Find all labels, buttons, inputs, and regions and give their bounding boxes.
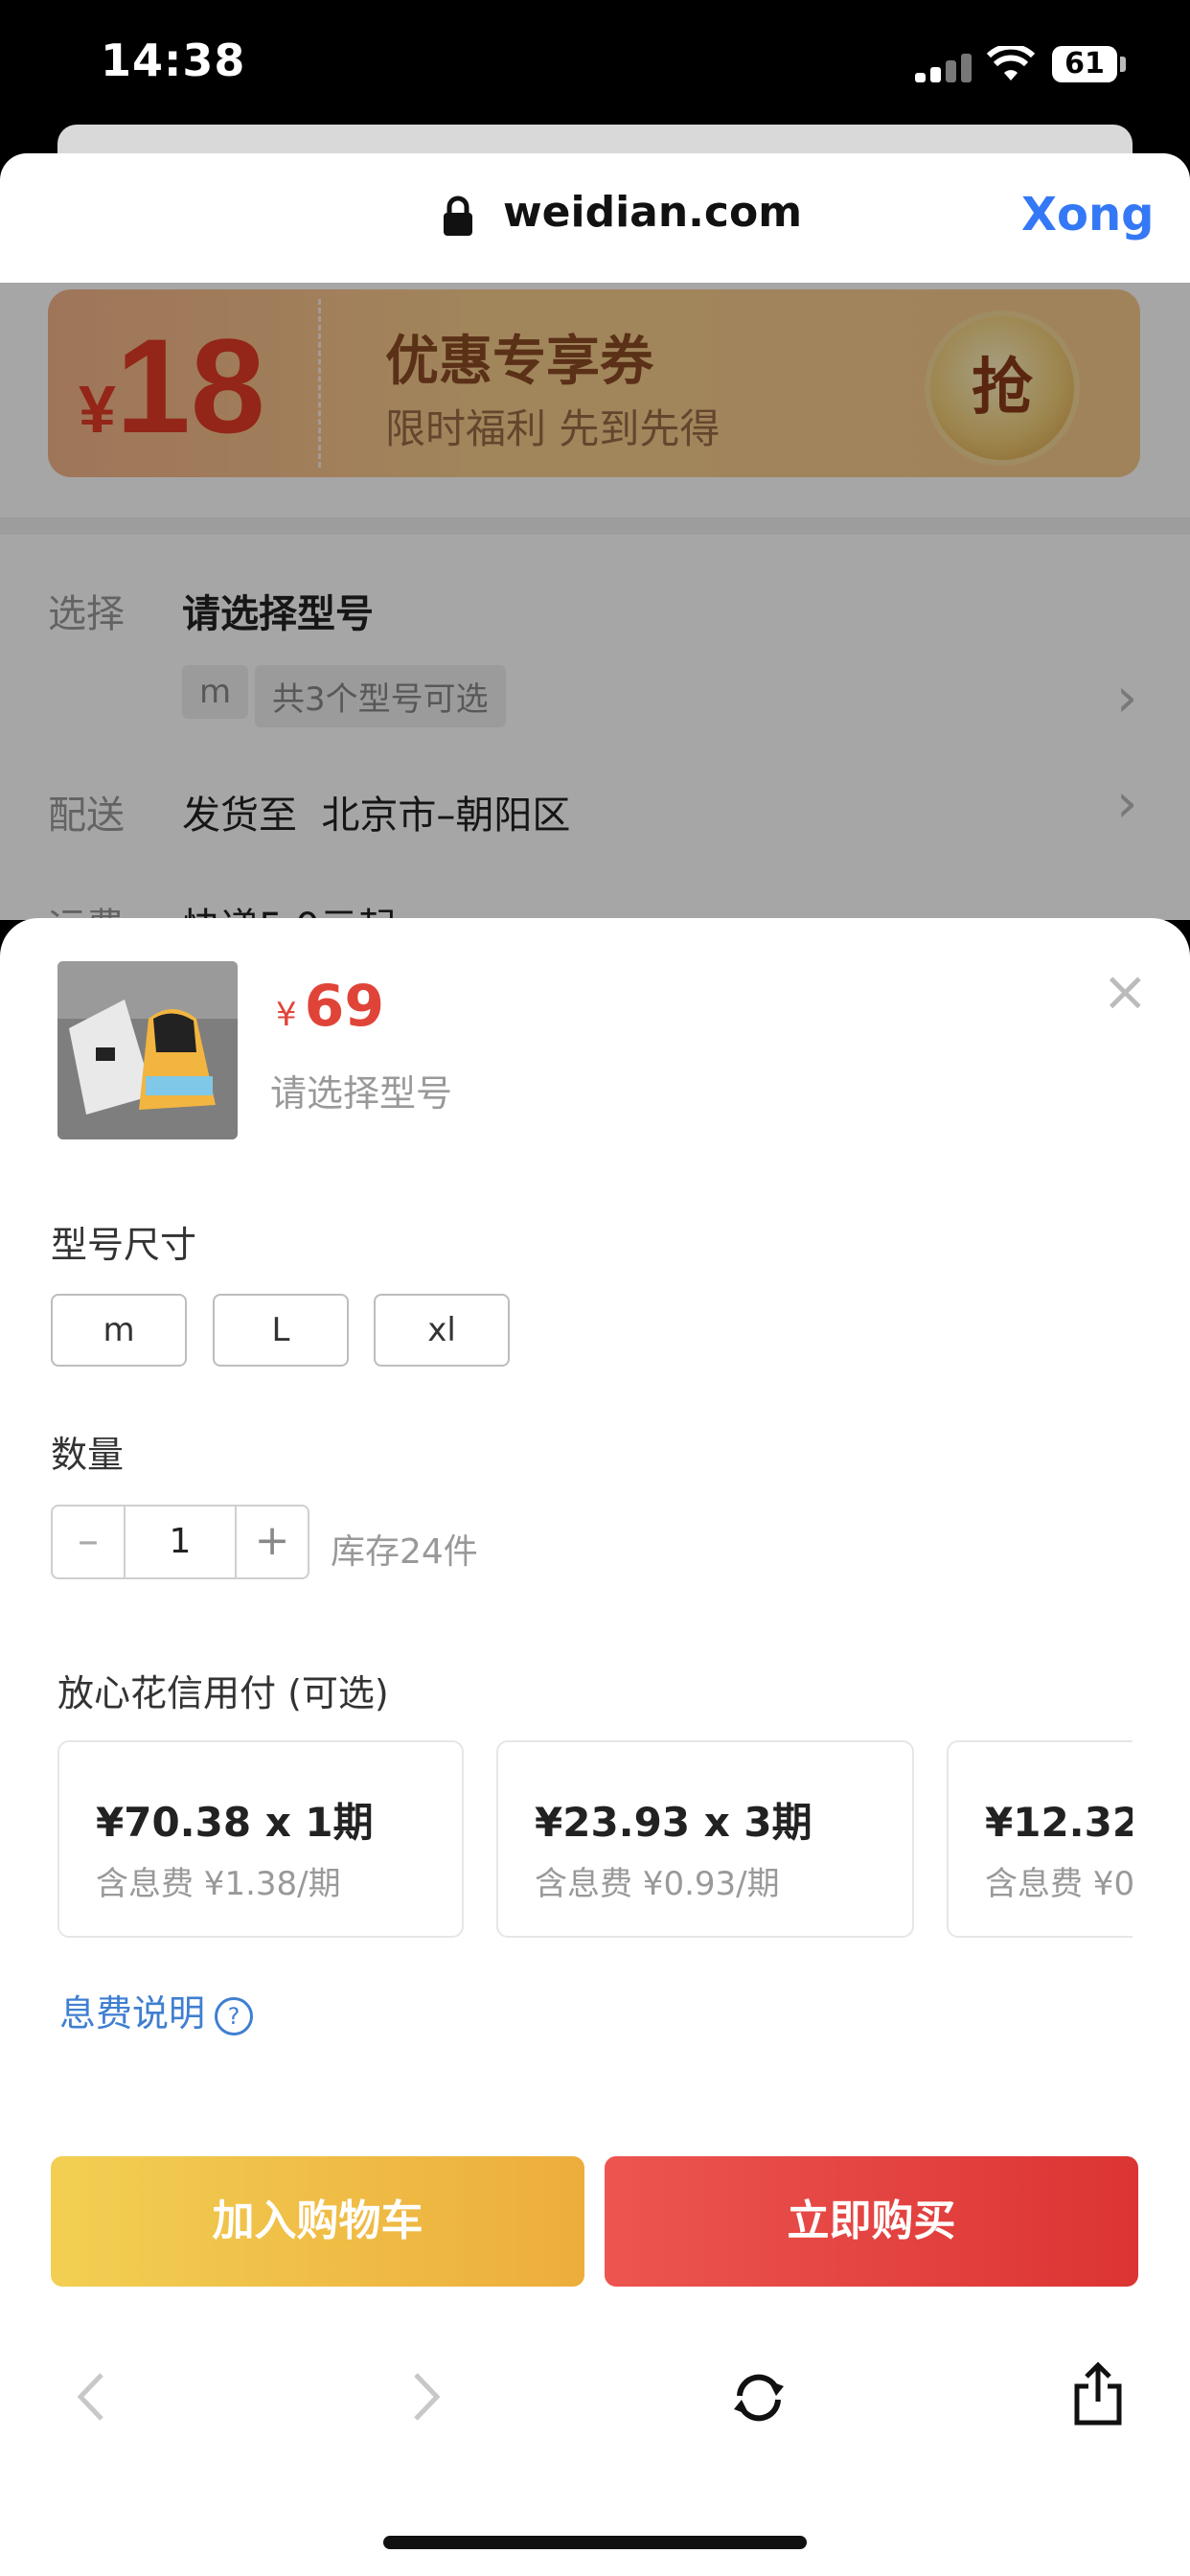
installment-plan-6[interactable]: ¥12.32 x 6期 含息费 ¥0.32/期: [947, 1740, 1133, 1938]
help-icon: ?: [215, 1996, 254, 2036]
choose-model-hint: 请选择型号: [270, 1072, 453, 1115]
plan-amount: ¥23.93 x 3期: [535, 1799, 812, 1846]
product-price: ¥69: [276, 973, 385, 1040]
plan-amount: ¥70.38 x 1期: [96, 1799, 374, 1846]
size-section-title: 型号尺寸: [51, 1224, 197, 1266]
close-icon[interactable]: ×: [1102, 958, 1149, 1024]
product-thumbnail: [57, 961, 238, 1139]
plan-fee: 含息费 ¥0.32/期: [985, 1865, 1133, 1903]
size-option-xl[interactable]: xl: [374, 1294, 510, 1367]
home-indicator: [383, 2536, 807, 2549]
size-option-m[interactable]: m: [51, 1294, 187, 1367]
stock-count: 库存24件: [331, 1532, 478, 1572]
plan-fee: 含息费 ¥0.93/期: [535, 1865, 780, 1903]
fee-link-label: 息费说明: [59, 1992, 206, 2035]
decrement-button[interactable]: –: [53, 1506, 126, 1577]
increment-button[interactable]: +: [235, 1506, 308, 1577]
battery-icon: 61: [1052, 46, 1117, 82]
battery-tip: [1120, 57, 1126, 72]
chevron-left-icon[interactable]: [73, 2371, 107, 2423]
share-icon[interactable]: [1069, 2359, 1127, 2428]
dim-overlay[interactable]: [0, 283, 1190, 920]
done-button[interactable]: Xong: [1021, 188, 1155, 242]
installment-plan-3[interactable]: ¥23.93 x 3期 含息费 ¥0.93/期: [496, 1740, 914, 1938]
clock: 14:38: [101, 34, 246, 86]
lock-icon: [444, 196, 472, 236]
quantity-section-title: 数量: [51, 1434, 125, 1476]
quantity-stepper: – 1 +: [51, 1505, 309, 1579]
url-text[interactable]: weidian.com: [503, 188, 802, 237]
buy-now-button[interactable]: 立即购买: [605, 2156, 1138, 2287]
installment-section-title: 放心花信用付 (可选): [57, 1672, 389, 1714]
installment-plans[interactable]: ¥70.38 x 1期 含息费 ¥1.38/期 ¥23.93 x 3期 含息费 …: [57, 1740, 1133, 1942]
add-to-cart-button[interactable]: 加入购物车: [51, 2156, 584, 2287]
plan-amount: ¥12.32 x 6期: [985, 1799, 1133, 1846]
quantity-input[interactable]: 1: [126, 1506, 235, 1577]
signal-icon: [915, 54, 973, 82]
reload-icon[interactable]: [728, 2367, 790, 2428]
fee-explanation-link[interactable]: 息费说明?: [59, 1984, 254, 2036]
size-option-l[interactable]: L: [213, 1294, 349, 1367]
wifi-icon: [987, 46, 1035, 80]
plan-fee: 含息费 ¥1.38/期: [96, 1865, 341, 1903]
chevron-right-icon[interactable]: [410, 2371, 445, 2423]
installment-plan-1[interactable]: ¥70.38 x 1期 含息费 ¥1.38/期: [57, 1740, 464, 1938]
